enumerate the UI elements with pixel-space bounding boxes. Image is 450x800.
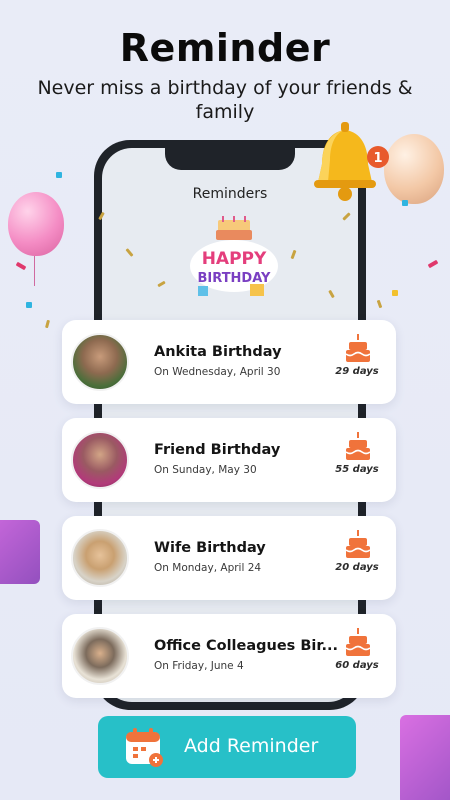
- reminder-card[interactable]: Wife Birthday On Monday, April 24 20 day…: [62, 516, 396, 600]
- bell-count: 1: [373, 151, 382, 166]
- cake-icon: [345, 628, 371, 656]
- gift-box-left: [0, 520, 40, 584]
- badge-line2: BIRTHDAY: [198, 271, 272, 286]
- reminder-card[interactable]: Office Colleagues Bir... On Friday, June…: [62, 614, 396, 698]
- days-remaining: 29 days: [335, 366, 379, 377]
- peach-balloon: [384, 134, 444, 204]
- confetti: [56, 172, 62, 178]
- cake-icon: [345, 334, 371, 362]
- reminder-date: On Monday, April 24: [154, 562, 262, 574]
- avatar: [71, 529, 129, 587]
- reminder-name: Friend Birthday: [154, 442, 281, 458]
- happy-birthday-badge: HAPPY BIRTHDAY: [190, 216, 278, 296]
- reminder-name: Wife Birthday: [154, 540, 266, 556]
- add-reminder-button[interactable]: Add Reminder: [98, 716, 356, 778]
- avatar: [71, 333, 129, 391]
- calendar-icon: [126, 728, 163, 767]
- days-remaining: 60 days: [335, 660, 379, 671]
- reminder-date: On Sunday, May 30: [154, 464, 257, 476]
- days-remaining: 55 days: [335, 464, 379, 475]
- phone-notch: [165, 148, 295, 170]
- confetti: [427, 259, 439, 269]
- confetti: [15, 261, 27, 271]
- reminder-date: On Wednesday, April 30: [154, 366, 281, 378]
- days-remaining: 20 days: [335, 562, 379, 573]
- confetti: [45, 319, 50, 329]
- bell-icon: 1: [314, 122, 389, 201]
- add-reminder-label: Add Reminder: [184, 735, 319, 757]
- reminder-card[interactable]: Friend Birthday On Sunday, May 30 55 day…: [62, 418, 396, 502]
- gift-box-right: [400, 715, 450, 800]
- cake-icon: [345, 530, 371, 558]
- badge-line1: HAPPY: [202, 249, 267, 269]
- page-title: Reminder: [119, 26, 331, 70]
- reminder-card[interactable]: Ankita Birthday On Wednesday, April 30 2…: [62, 320, 396, 404]
- confetti: [376, 299, 383, 309]
- avatar: [71, 431, 129, 489]
- reminder-date: On Friday, June 4: [154, 660, 244, 672]
- balloon-string: [34, 256, 35, 286]
- reminder-name: Office Colleagues Bir...: [154, 638, 338, 654]
- avatar: [71, 627, 129, 685]
- cake-icon: [345, 432, 371, 460]
- page-subtitle: Never miss a birthday of your friends & …: [37, 77, 413, 123]
- confetti: [392, 290, 398, 296]
- pink-balloon: [8, 192, 64, 256]
- reminder-name: Ankita Birthday: [154, 344, 282, 360]
- confetti: [402, 200, 408, 206]
- confetti: [26, 302, 32, 308]
